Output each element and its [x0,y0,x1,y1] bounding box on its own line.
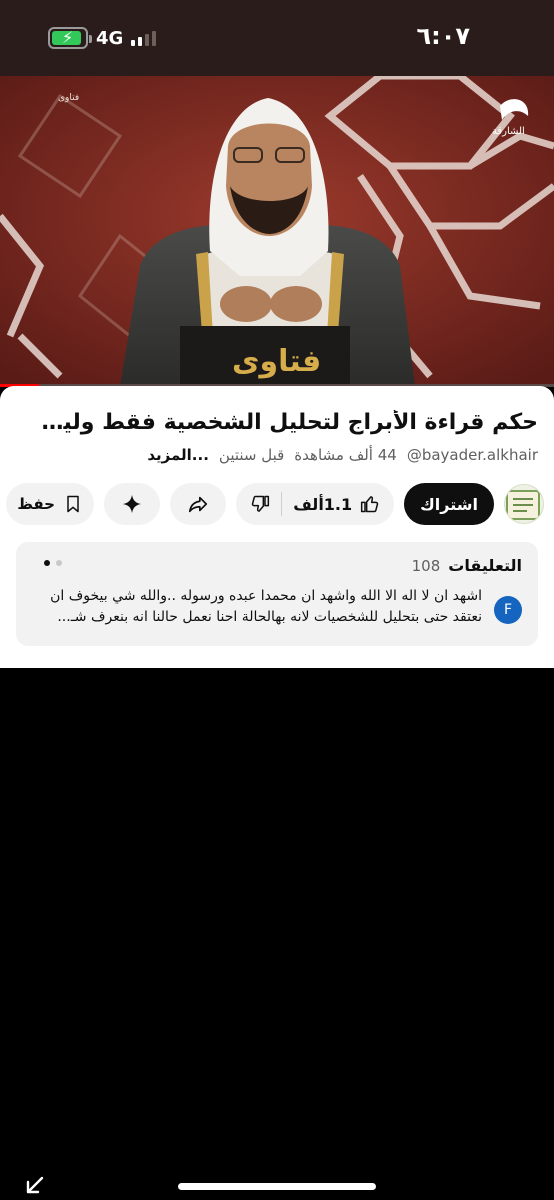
channel-avatar[interactable] [504,484,544,524]
video-meta[interactable]: @bayader.alkhair 44 ألف مشاهدة قبل سنتين… [147,446,538,464]
carousel-dots [44,560,62,566]
comments-title: التعليقات [448,556,522,575]
signal-bar [152,31,157,46]
top-comment-text: اشهد ان لا اله الا الله واشهد ان محمدا ع… [50,588,482,625]
signal-bar [138,37,143,46]
upload-age: قبل سنتين [218,446,285,464]
signal-icon [131,30,157,46]
status-bar: ⚡ 4G ٦:٠٧ [0,0,554,76]
ask-ai-button[interactable] [104,483,161,525]
channel-logo-text: الشارقة [492,126,525,137]
more-link[interactable]: ...المزيد [147,446,209,464]
like-button[interactable]: 1.1ألف [293,494,380,514]
view-count: 44 ألف مشاهدة [294,446,397,464]
action-bar: اشتراك 1.1ألف حفظ [6,483,544,525]
home-indicator[interactable] [178,1183,376,1190]
status-indicators: ⚡ 4G [48,26,157,50]
commenter-avatar: F [494,596,522,624]
channel-logo-image [506,490,540,520]
charging-bolt-icon: ⚡ [62,28,74,47]
like-dislike-group: 1.1ألف [236,483,395,525]
dislike-button[interactable] [250,494,270,514]
thumbs-up-icon [361,496,379,513]
thumbs-down-icon [251,495,270,512]
video-player[interactable]: فتاوى الشارقة فتاوى [0,76,554,386]
channel-handle[interactable]: @bayader.alkhair [407,446,538,464]
expand-arrow-icon[interactable] [24,1174,46,1196]
save-label: حفظ [17,495,55,513]
comments-header: التعليقات 108 [412,556,522,575]
video-title[interactable]: حكم قراءة الأبراج لتحليل الشخصية فقط ولي… [14,410,538,435]
comments-card[interactable]: التعليقات 108 F اشهد ان لا اله الا الله … [16,542,538,646]
network-type: 4G [96,27,124,49]
like-count: 1.1ألف [293,494,353,514]
clock: ٦:٠٧ [416,22,470,50]
carousel-dot [56,560,62,566]
signal-bar [131,40,136,46]
save-button[interactable]: حفظ [6,483,95,525]
podium-logo: فتاوى [232,344,321,379]
battery-charging-icon: ⚡ [48,27,92,49]
carousel-dot-active [44,560,50,566]
screen: ⚡ 4G ٦:٠٧ فتاوى الشارقة فتاوى حكم قراءة … [0,0,554,1200]
signal-bar [145,34,150,46]
subscribe-button[interactable]: اشتراك [404,483,494,525]
share-icon [189,496,208,513]
like-divider [281,492,283,516]
comments-count: 108 [411,557,441,575]
bookmark-icon [67,495,79,513]
video-details-panel: حكم قراءة الأبراج لتحليل الشخصية فقط ولي… [0,386,554,668]
video-frame: فتاوى الشارقة فتاوى [0,76,554,386]
sparkle-icon [122,494,142,514]
share-button[interactable] [170,483,227,525]
program-label: فتاوى [58,93,79,103]
